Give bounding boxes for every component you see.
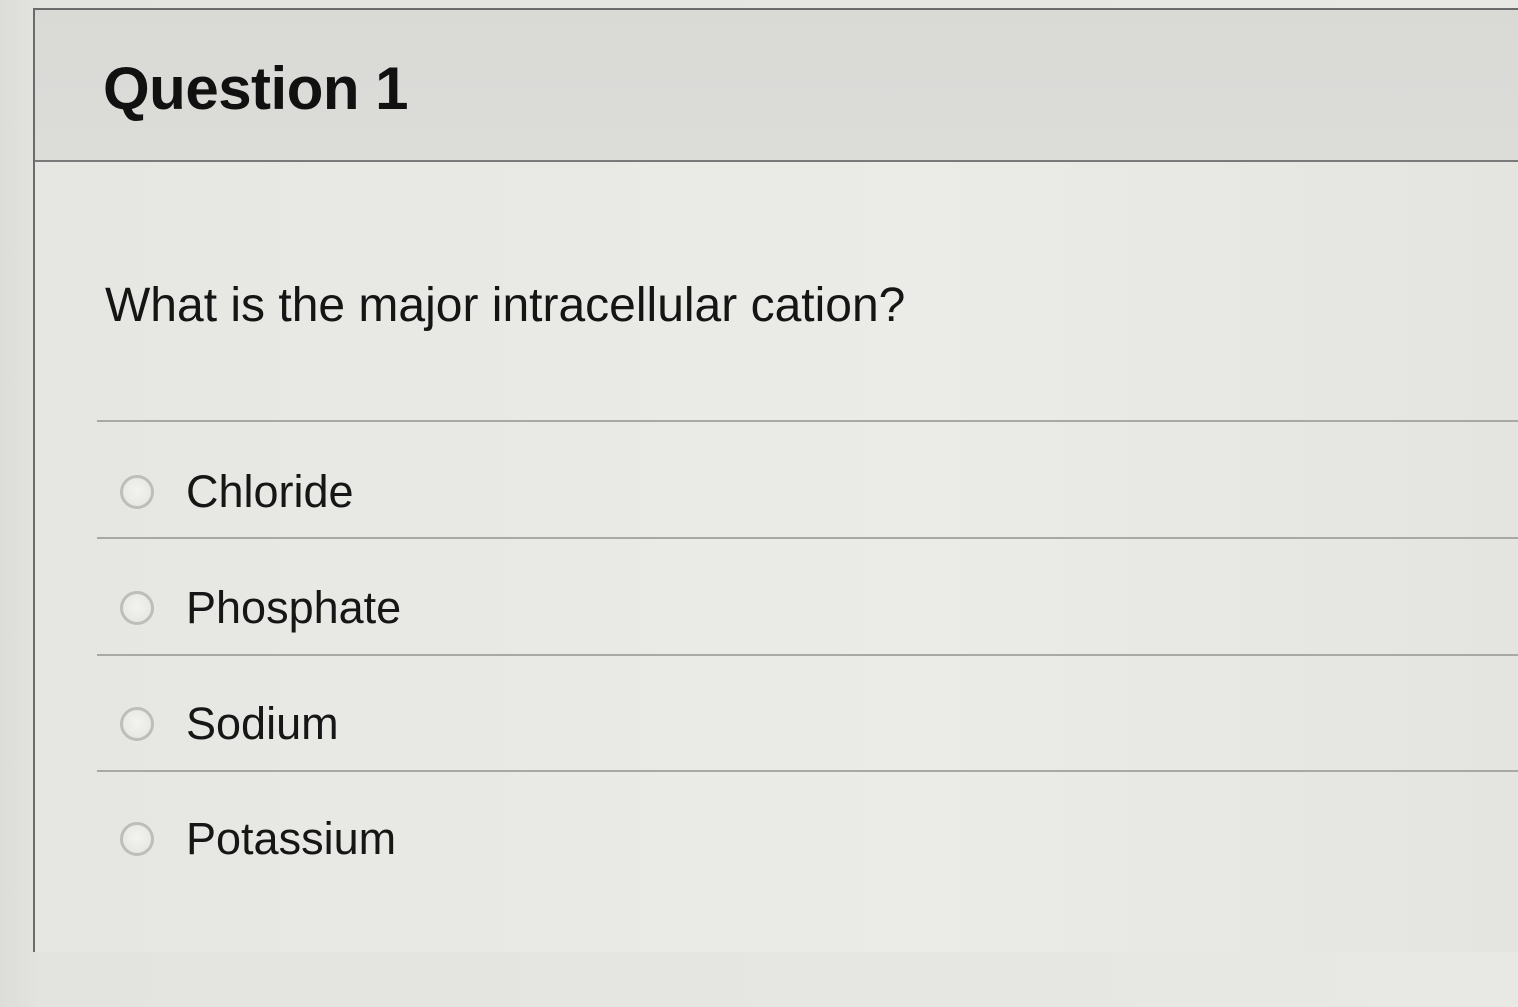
answer-option-label: Chloride xyxy=(186,466,354,517)
question-card: Question 1 What is the major intracellul… xyxy=(33,8,1518,952)
radio-button[interactable] xyxy=(120,822,154,856)
radio-button[interactable] xyxy=(120,707,154,741)
question-title: Question 1 xyxy=(103,55,409,122)
answer-option-label: Sodium xyxy=(186,698,339,749)
answer-option-label: Potassium xyxy=(186,813,397,864)
answer-option-phosphate[interactable]: Phosphate xyxy=(120,578,401,638)
answer-option-chloride[interactable]: Chloride xyxy=(120,462,354,522)
question-body: What is the major intracellular cation? … xyxy=(35,162,1518,952)
answer-option-label: Phosphate xyxy=(186,582,402,633)
answer-divider xyxy=(97,420,1518,422)
answer-divider xyxy=(97,770,1518,772)
answer-option-sodium[interactable]: Sodium xyxy=(120,694,339,754)
question-header: Question 1 xyxy=(35,10,1518,162)
answer-divider xyxy=(97,537,1518,539)
question-prompt: What is the major intracellular cation? xyxy=(105,279,906,332)
answer-option-potassium[interactable]: Potassium xyxy=(120,809,396,869)
radio-button[interactable] xyxy=(120,591,154,625)
answer-divider xyxy=(97,654,1518,656)
quiz-page: Question 1 What is the major intracellul… xyxy=(0,0,1518,1007)
radio-button[interactable] xyxy=(120,475,154,509)
